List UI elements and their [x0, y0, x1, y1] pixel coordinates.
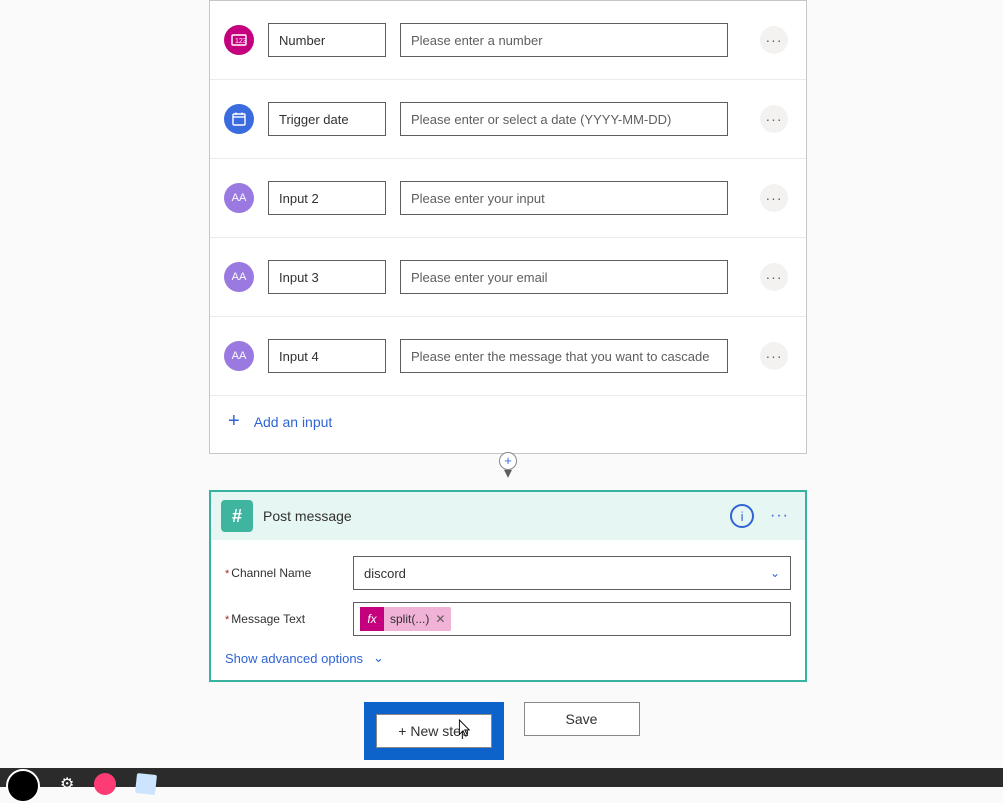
input-name-date[interactable]: [268, 102, 386, 136]
input-row-4: AA ···: [210, 316, 806, 395]
number-icon: 123: [224, 25, 254, 55]
input-value-number[interactable]: [400, 23, 728, 57]
input-more-number[interactable]: ···: [760, 26, 788, 54]
input-value-date[interactable]: [400, 102, 728, 136]
expression-token[interactable]: fx split(...) ✕: [360, 607, 451, 631]
show-advanced-options[interactable]: Show advanced options ⌄: [225, 642, 384, 668]
input-name-2[interactable]: [268, 181, 386, 215]
action-header[interactable]: # Post message i ···: [211, 492, 805, 540]
start-button[interactable]: [6, 769, 40, 803]
add-input-button[interactable]: + Add an input: [210, 395, 806, 443]
text-icon: AA: [224, 341, 254, 371]
connector: + ▾: [499, 452, 517, 480]
message-text-input[interactable]: fx split(...) ✕: [353, 602, 791, 636]
new-step-button[interactable]: + New step: [376, 714, 492, 748]
save-button[interactable]: Save: [524, 702, 640, 736]
expression-label: split(...): [384, 612, 435, 626]
info-icon[interactable]: i: [730, 504, 754, 528]
input-more-date[interactable]: ···: [760, 105, 788, 133]
taskbar-app-1[interactable]: [94, 773, 116, 795]
input-row-3: AA ···: [210, 237, 806, 316]
action-more-button[interactable]: ···: [764, 507, 795, 525]
input-more-2[interactable]: ···: [760, 184, 788, 212]
fx-icon: fx: [360, 607, 384, 631]
message-text-label: *Message Text: [225, 612, 353, 626]
input-value-2[interactable]: [400, 181, 728, 215]
input-row-date: ···: [210, 79, 806, 158]
input-value-3[interactable]: [400, 260, 728, 294]
advanced-options-label: Show advanced options: [225, 651, 363, 666]
chevron-down-icon: ⌄: [373, 650, 384, 666]
chevron-down-icon: ⌄: [770, 566, 780, 580]
channel-name-label: *Channel Name: [225, 566, 353, 580]
input-value-4[interactable]: [400, 339, 728, 373]
taskbar-app-2[interactable]: [135, 773, 157, 795]
text-icon: AA: [224, 262, 254, 292]
text-icon: AA: [224, 183, 254, 213]
action-title: Post message: [263, 508, 720, 524]
channel-name-select[interactable]: discord ⌄: [353, 556, 791, 590]
input-row-2: AA ···: [210, 158, 806, 237]
channel-name-value: discord: [364, 566, 406, 581]
settings-icon[interactable]: ⚙: [60, 774, 74, 794]
action-card: # Post message i ··· *Channel Name disco…: [209, 490, 807, 682]
input-name-4[interactable]: [268, 339, 386, 373]
add-input-label: Add an input: [254, 414, 333, 430]
footer-buttons: + New step Save: [0, 702, 1003, 760]
new-step-highlight: + New step: [364, 702, 504, 760]
input-row-number: 123 ···: [210, 1, 806, 79]
arrow-down-icon: ▾: [499, 468, 517, 480]
svg-text:123: 123: [235, 38, 247, 45]
slack-hash-icon: #: [221, 500, 253, 532]
taskbar: ⚙: [0, 768, 1003, 787]
trigger-card: 123 ··· ··· AA ··· AA ··· AA: [209, 0, 807, 454]
input-name-number[interactable]: [268, 23, 386, 57]
input-name-3[interactable]: [268, 260, 386, 294]
field-message-text: *Message Text fx split(...) ✕: [225, 596, 791, 642]
remove-token-icon[interactable]: ✕: [435, 612, 445, 626]
plus-icon: +: [228, 410, 240, 433]
field-channel-name: *Channel Name discord ⌄: [225, 550, 791, 596]
input-more-4[interactable]: ···: [760, 342, 788, 370]
input-more-3[interactable]: ···: [760, 263, 788, 291]
calendar-icon: [224, 104, 254, 134]
